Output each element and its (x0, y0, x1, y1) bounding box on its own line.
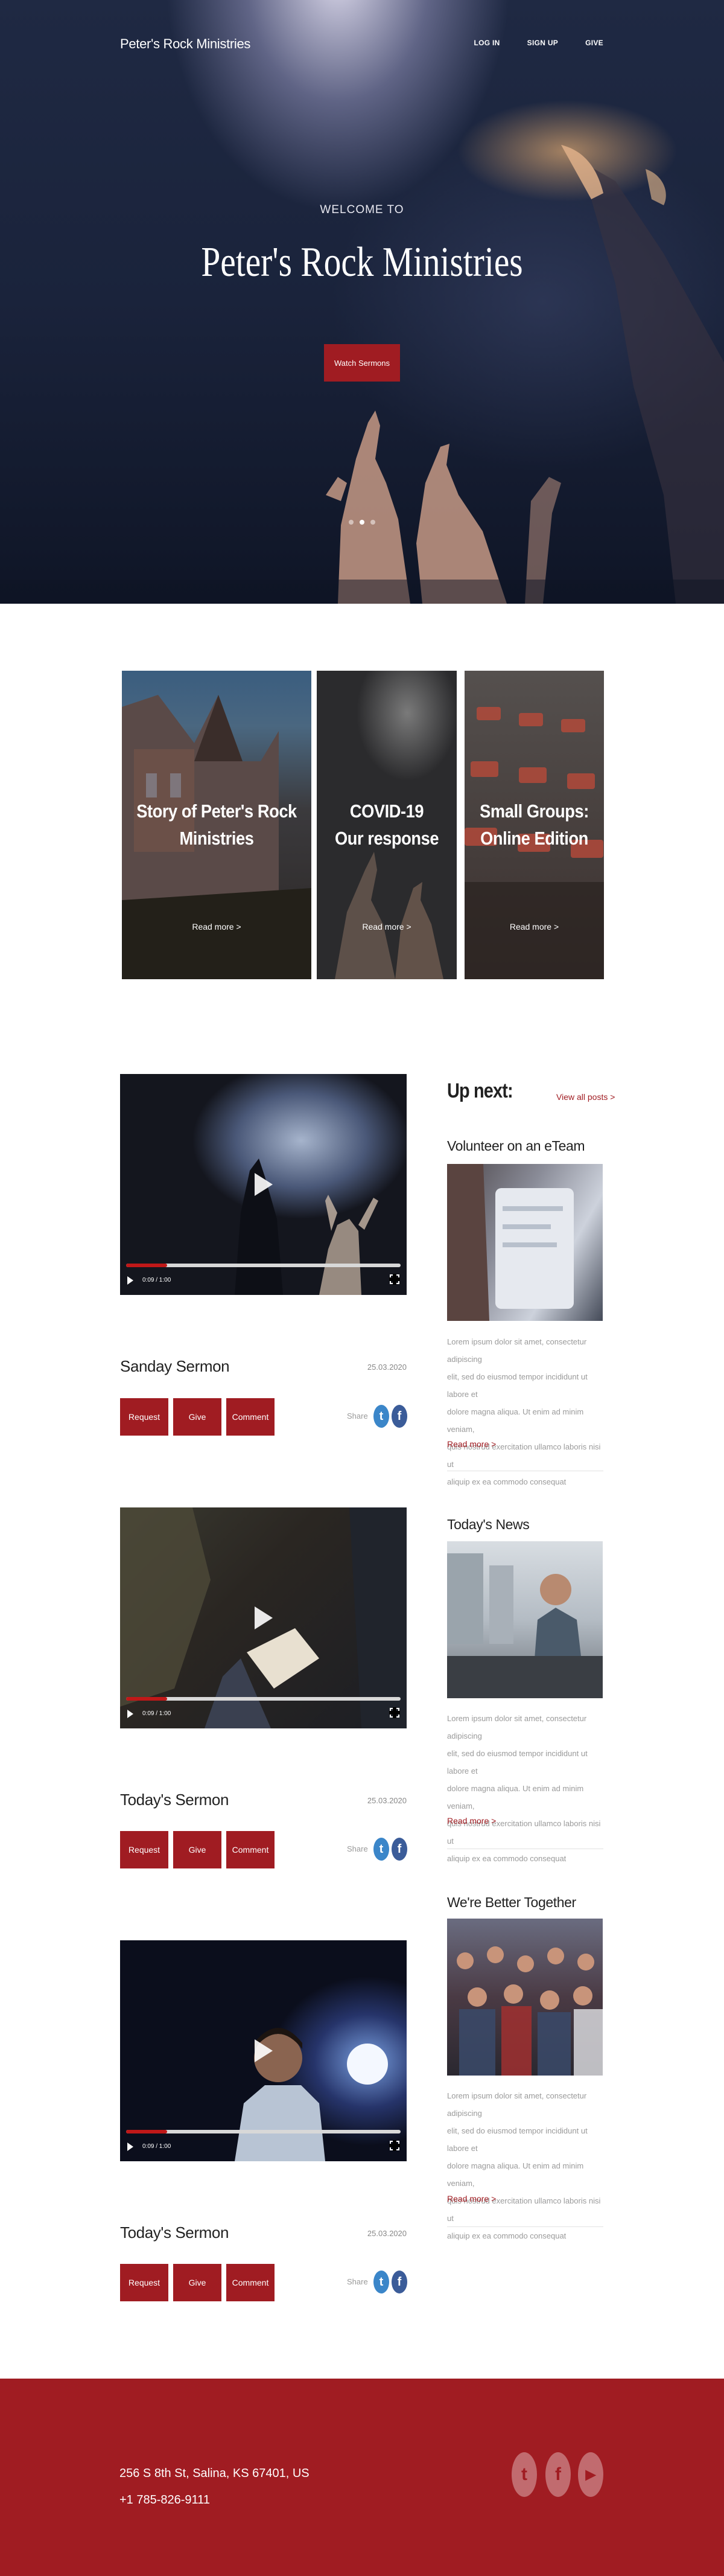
footer (0, 2379, 724, 2576)
youtube-icon[interactable]: ▶ (578, 2452, 603, 2497)
watch-sermons-button[interactable]: Watch Sermons (324, 344, 400, 382)
read-more-link[interactable]: Read more > (317, 922, 457, 932)
progress-bar[interactable] (126, 2130, 401, 2133)
fullscreen-icon[interactable] (389, 2140, 400, 2151)
hero-background-image (0, 145, 724, 604)
login-link[interactable]: LOG IN (474, 39, 500, 47)
play-pause-icon[interactable] (127, 1710, 133, 1718)
share-label: Share (347, 1844, 368, 1853)
slider-dots (349, 520, 375, 525)
give-link[interactable]: GIVE (585, 39, 603, 47)
play-icon[interactable] (254, 1173, 273, 1196)
progress-bar[interactable] (126, 1264, 401, 1267)
news-office-image (447, 1553, 603, 1698)
facebook-icon[interactable]: f (392, 1838, 407, 1861)
video-time: 0:09 / 1:00 (142, 1277, 171, 1283)
progress-bar[interactable] (126, 1697, 401, 1701)
sermon-title[interactable]: Today's Sermon (120, 2223, 229, 2242)
give-button[interactable]: Give (173, 2264, 221, 2301)
signup-link[interactable]: SIGN UP (527, 39, 558, 47)
play-pause-icon[interactable] (127, 2143, 133, 2151)
video-time: 0:09 / 1:00 (142, 1710, 171, 1717)
play-icon[interactable] (254, 2039, 273, 2062)
read-more-link[interactable]: Read more > (447, 1816, 496, 1826)
request-button[interactable]: Request (120, 1831, 168, 1868)
brand-logo[interactable]: Peter's Rock Ministries (120, 36, 250, 52)
footer-address: 256 S 8th St, Salina, KS 67401, US (119, 2467, 310, 2480)
feature-card-title: Story of Peter's Rock Ministries (136, 801, 297, 849)
video-controls: 0:09 / 1:00 (120, 1259, 407, 1295)
read-more-link[interactable]: Read more > (465, 922, 604, 932)
sermon-date: 25.03.2020 (367, 2229, 407, 2238)
post-excerpt: Lorem ipsum dolor sit amet, consectetur … (447, 2091, 601, 2240)
slider-dot[interactable] (370, 520, 375, 525)
fullscreen-icon[interactable] (389, 1274, 400, 1285)
post-image[interactable] (447, 1164, 603, 1321)
facebook-icon[interactable]: f (545, 2452, 571, 2497)
progress-fill (126, 2130, 168, 2133)
request-button[interactable]: Request (120, 1398, 168, 1436)
give-button[interactable]: Give (173, 1398, 221, 1436)
facebook-icon[interactable]: f (392, 2271, 407, 2293)
comment-button[interactable]: Comment (226, 1398, 275, 1436)
post-title[interactable]: Volunteer on an eTeam (447, 1138, 585, 1154)
give-button[interactable]: Give (173, 1831, 221, 1868)
feature-card-covid[interactable]: COVID-19 Our response Read more > (317, 671, 457, 979)
sermon-video-3[interactable]: 0:09 / 1:00 (120, 1940, 407, 2161)
video-controls: 0:09 / 1:00 (120, 2125, 407, 2161)
sermon-video-2[interactable]: 0:09 / 1:00 (120, 1507, 407, 1728)
post-image[interactable] (447, 1919, 603, 2076)
post-excerpt: Lorem ipsum dolor sit amet, consectetur … (447, 1714, 601, 1863)
read-more-link[interactable]: Read more > (447, 2194, 496, 2204)
twitter-icon[interactable]: t (512, 2452, 537, 2497)
play-pause-icon[interactable] (127, 1276, 133, 1285)
request-button[interactable]: Request (120, 2264, 168, 2301)
sermon-title[interactable]: Today's Sermon (120, 1791, 229, 1809)
feature-card-title: COVID-19 Our response (334, 801, 439, 849)
slider-dot[interactable] (349, 520, 354, 525)
twitter-icon[interactable]: t (373, 2271, 389, 2293)
nav-links: LOG IN SIGN UP GIVE (474, 39, 603, 47)
video-controls: 0:09 / 1:00 (120, 1692, 407, 1728)
post-image[interactable] (447, 1541, 603, 1698)
feature-card-small-groups[interactable]: Small Groups: Online Edition Read more > (465, 671, 604, 979)
post-title[interactable]: Today's News (447, 1517, 530, 1533)
facebook-icon[interactable]: f (392, 1405, 407, 1428)
twitter-icon[interactable]: t (373, 1405, 389, 1428)
hero-kicker: WELCOME TO (320, 203, 404, 216)
feature-card-story[interactable]: Story of Peter's Rock Ministries Read mor… (122, 671, 311, 979)
sermon-date: 25.03.2020 (367, 1796, 407, 1805)
comment-button[interactable]: Comment (226, 1831, 275, 1868)
post-excerpt: Lorem ipsum dolor sit amet, consectetur … (447, 1337, 601, 1486)
progress-fill (126, 1697, 168, 1701)
share-label: Share (347, 1411, 368, 1421)
sermon-date: 25.03.2020 (367, 1363, 407, 1372)
sermon-title[interactable]: Sanday Sermon (120, 1357, 230, 1376)
twitter-icon[interactable]: t (373, 1838, 389, 1861)
play-icon[interactable] (254, 1606, 273, 1629)
view-all-posts-link[interactable]: View all posts > (556, 1092, 615, 1102)
video-time: 0:09 / 1:00 (142, 2143, 171, 2150)
share-label: Share (347, 2277, 368, 2286)
footer-phone[interactable]: +1 785-826-9111 (119, 2487, 310, 2513)
comment-button[interactable]: Comment (226, 2264, 275, 2301)
hero-title: Peter's Rock Ministries (201, 239, 523, 286)
sermon-video-1[interactable]: 0:09 / 1:00 (120, 1074, 407, 1295)
progress-fill (126, 1264, 168, 1267)
read-more-link[interactable]: Read more > (122, 922, 311, 932)
divider (447, 2226, 603, 2227)
top-navigation: Peter's Rock Ministries LOG IN SIGN UP G… (0, 0, 724, 91)
fullscreen-icon[interactable] (389, 1707, 400, 1718)
crowd-image (457, 1946, 603, 2076)
slider-dot-active[interactable] (360, 520, 364, 525)
read-more-link[interactable]: Read more > (447, 1439, 496, 1449)
footer-contact: 256 S 8th St, Salina, KS 67401, US +1 78… (119, 2460, 310, 2513)
post-title[interactable]: We're Better Together (447, 1894, 576, 1911)
phone-image (447, 1164, 574, 1321)
hero-section: Peter's Rock Ministries LOG IN SIGN UP G… (0, 0, 724, 604)
up-next-heading: Up next: (447, 1079, 513, 1102)
feature-card-title: Small Groups: Online Edition (480, 801, 589, 849)
